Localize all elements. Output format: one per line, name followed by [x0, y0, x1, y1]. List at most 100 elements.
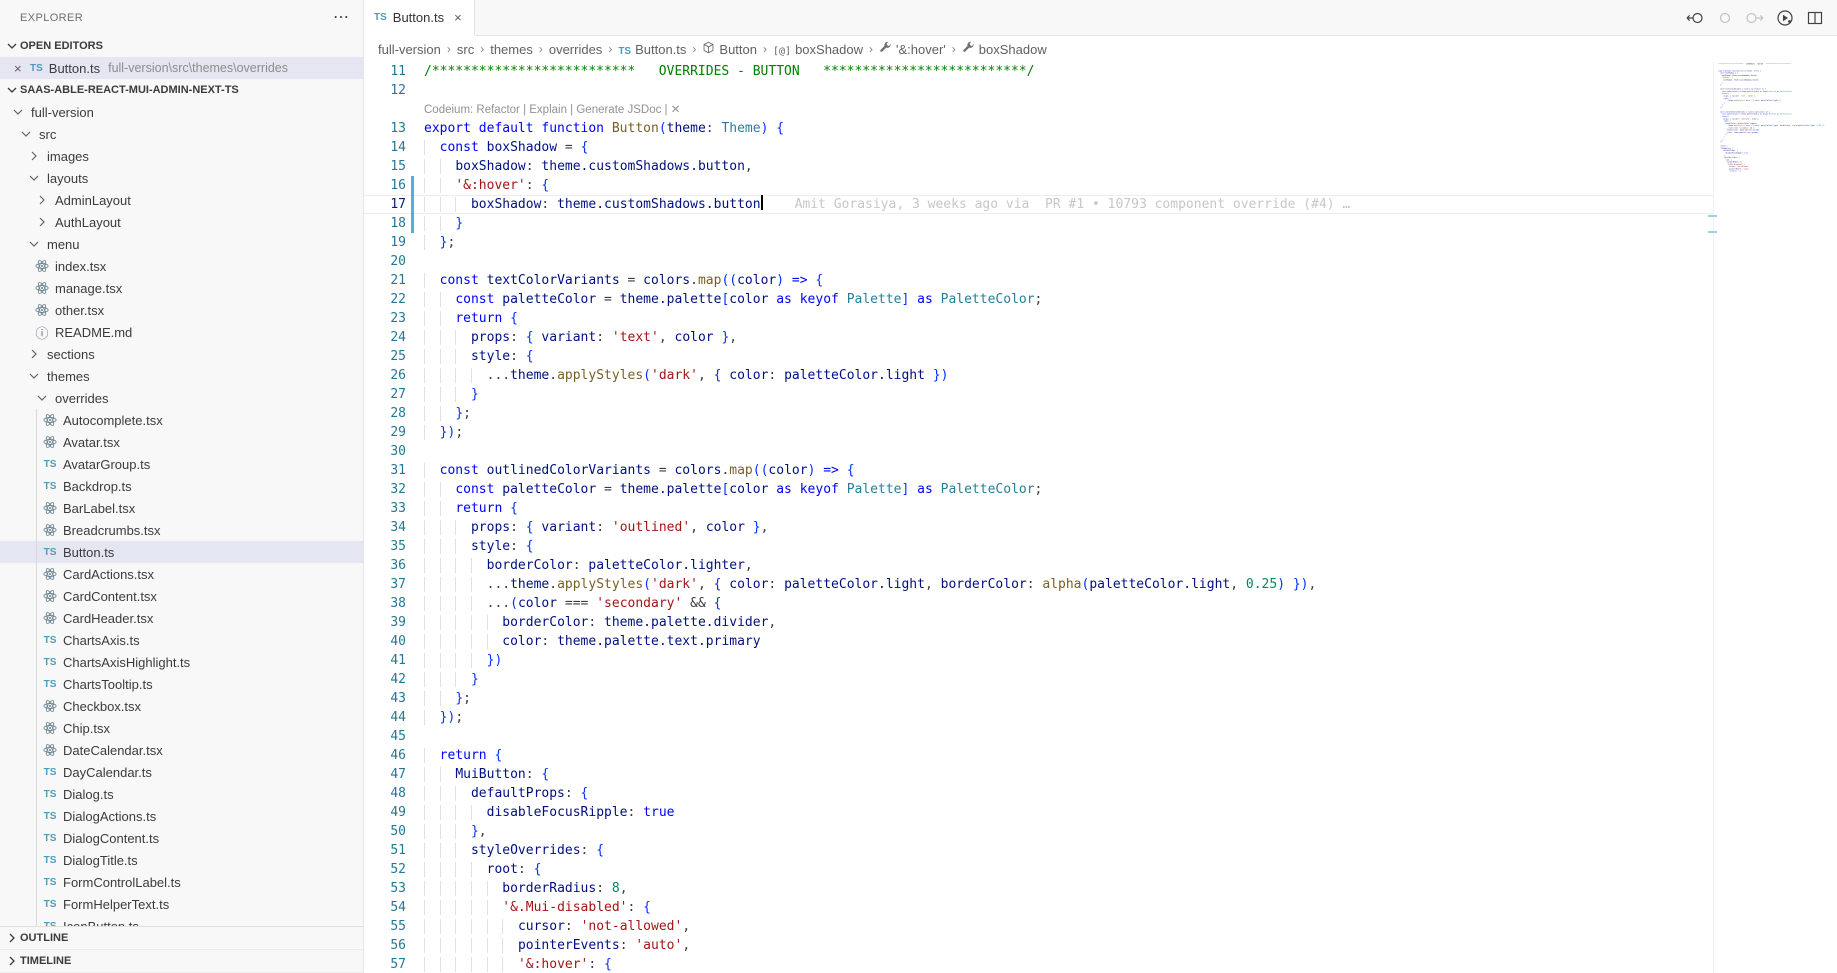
tree-item-checkbox-tsx[interactable]: Checkbox.tsx	[0, 695, 363, 717]
code-line-15[interactable]: 15 boxShadow: theme.customShadows.button…	[364, 157, 1713, 176]
tab-close-icon[interactable]: ×	[452, 10, 464, 25]
code-line-26[interactable]: 26 ...theme.applyStyles('dark', { color:…	[364, 366, 1713, 385]
tree-item-chartsaxis-ts[interactable]: TSChartsAxis.ts	[0, 629, 363, 651]
code-line-37[interactable]: 37 ...theme.applyStyles('dark', { color:…	[364, 575, 1713, 594]
code-line-28[interactable]: 28 };	[364, 404, 1713, 423]
breadcrumb-item-button[interactable]: Button	[702, 41, 757, 57]
code-line-24[interactable]: 24 props: { variant: 'text', color },	[364, 328, 1713, 347]
tree-item-chartsaxishighlight-ts[interactable]: TSChartsAxisHighlight.ts	[0, 651, 363, 673]
code-line-11[interactable]: 11/************************** OVERRIDES …	[364, 62, 1713, 81]
tree-item-formcontrollabel-ts[interactable]: TSFormControlLabel.ts	[0, 871, 363, 893]
tree-item-sections[interactable]: sections	[0, 343, 363, 365]
code-line-56[interactable]: 56 pointerEvents: 'auto',	[364, 936, 1713, 955]
code-line-52[interactable]: 52 root: {	[364, 860, 1713, 879]
tree-item-breadcrumbs-tsx[interactable]: Breadcrumbs.tsx	[0, 519, 363, 541]
split-editor-icon[interactable]	[1805, 8, 1825, 28]
run-icon[interactable]	[1775, 8, 1795, 28]
tree-item-button-ts[interactable]: TSButton.ts	[0, 541, 363, 563]
code-line-16[interactable]: 16 '&:hover': {	[364, 176, 1713, 195]
tree-item-barlabel-tsx[interactable]: BarLabel.tsx	[0, 497, 363, 519]
code-line-40[interactable]: 40 color: theme.palette.text.primary	[364, 632, 1713, 651]
code-line-35[interactable]: 35 style: {	[364, 537, 1713, 556]
code-line-25[interactable]: 25 style: {	[364, 347, 1713, 366]
tree-item-backdrop-ts[interactable]: TSBackdrop.ts	[0, 475, 363, 497]
breadcrumb-item-themes[interactable]: themes	[490, 42, 533, 57]
tree-item-avatargroup-ts[interactable]: TSAvatarGroup.ts	[0, 453, 363, 475]
section-header-open-editors[interactable]: OPEN EDITORS	[0, 35, 363, 57]
tree-item-full-version[interactable]: full-version	[0, 101, 363, 123]
code-line-42[interactable]: 42 }	[364, 670, 1713, 689]
tree-item-index-tsx[interactable]: index.tsx	[0, 255, 363, 277]
code-line-23[interactable]: 23 return {	[364, 309, 1713, 328]
code-line-44[interactable]: 44 });	[364, 708, 1713, 727]
tree-item-readme-md[interactable]: ⓘREADME.md	[0, 321, 363, 343]
tree-item-daycalendar-ts[interactable]: TSDayCalendar.ts	[0, 761, 363, 783]
code-line-36[interactable]: 36 borderColor: paletteColor.lighter,	[364, 556, 1713, 575]
tree-item-menu[interactable]: menu	[0, 233, 363, 255]
open-editor-item-button-ts[interactable]: × TS Button.ts full-version\src\themes\o…	[0, 57, 363, 79]
codelens-codeium[interactable]: Codeium: Refactor | Explain | Generate J…	[424, 104, 680, 116]
code-line-21[interactable]: 21 const textColorVariants = colors.map(…	[364, 271, 1713, 290]
nav-forward-icon[interactable]	[1745, 8, 1765, 28]
code-line-29[interactable]: 29 });	[364, 423, 1713, 442]
breadcrumb-item--hover-[interactable]: '&:hover'	[879, 41, 946, 57]
breadcrumb-item-button-ts[interactable]: TSButton.ts	[618, 42, 686, 57]
code-line-51[interactable]: 51 styleOverrides: {	[364, 841, 1713, 860]
code-line-41[interactable]: 41 })	[364, 651, 1713, 670]
code-line-38[interactable]: 38 ...(color === 'secondary' && {	[364, 594, 1713, 613]
tree-item-chip-tsx[interactable]: Chip.tsx	[0, 717, 363, 739]
close-icon[interactable]: ×	[14, 61, 30, 76]
tree-item-cardheader-tsx[interactable]: CardHeader.tsx	[0, 607, 363, 629]
code-line-33[interactable]: 33 return {	[364, 499, 1713, 518]
code-line-30[interactable]: 30	[364, 442, 1713, 461]
tree-item-autocomplete-tsx[interactable]: Autocomplete.tsx	[0, 409, 363, 431]
code-line-54[interactable]: 54 '&.Mui-disabled': {	[364, 898, 1713, 917]
code-line-31[interactable]: 31 const outlinedColorVariants = colors.…	[364, 461, 1713, 480]
minimap[interactable]: /************************** OVERRIDES - …	[1713, 62, 1837, 973]
nav-circle-icon[interactable]	[1715, 8, 1735, 28]
code-line-53[interactable]: 53 borderRadius: 8,	[364, 879, 1713, 898]
tree-item-themes[interactable]: themes	[0, 365, 363, 387]
tree-item-dialogactions-ts[interactable]: TSDialogActions.ts	[0, 805, 363, 827]
tab-button-ts[interactable]: TS Button.ts ×	[364, 0, 475, 36]
section-header-workspace[interactable]: SAAS-ABLE-REACT-MUI-ADMIN-NEXT-TS	[0, 79, 363, 101]
code-line-47[interactable]: 47 MuiButton: {	[364, 765, 1713, 784]
code-line-27[interactable]: 27 }	[364, 385, 1713, 404]
tree-item-src[interactable]: src	[0, 123, 363, 145]
code-line-48[interactable]: 48 defaultProps: {	[364, 784, 1713, 803]
tree-item-formhelpertext-ts[interactable]: TSFormHelperText.ts	[0, 893, 363, 915]
code-line-22[interactable]: 22 const paletteColor = theme.palette[co…	[364, 290, 1713, 309]
code-line-39[interactable]: 39 borderColor: theme.palette.divider,	[364, 613, 1713, 632]
code-line-20[interactable]: 20	[364, 252, 1713, 271]
breadcrumb-item-overrides[interactable]: overrides	[549, 42, 602, 57]
tree-item-cardcontent-tsx[interactable]: CardContent.tsx	[0, 585, 363, 607]
breadcrumb-item-full-version[interactable]: full-version	[378, 42, 441, 57]
nav-back-icon[interactable]	[1685, 8, 1705, 28]
code-line-18[interactable]: 18 }	[364, 214, 1713, 233]
tree-item-layouts[interactable]: layouts	[0, 167, 363, 189]
tree-item-overrides[interactable]: overrides	[0, 387, 363, 409]
tree-item-cardactions-tsx[interactable]: CardActions.tsx	[0, 563, 363, 585]
code-line-49[interactable]: 49 disableFocusRipple: true	[364, 803, 1713, 822]
breadcrumb-item-src[interactable]: src	[457, 42, 474, 57]
tree-item-avatar-tsx[interactable]: Avatar.tsx	[0, 431, 363, 453]
code-line-46[interactable]: 46 return {	[364, 746, 1713, 765]
tree-item-dialog-ts[interactable]: TSDialog.ts	[0, 783, 363, 805]
breadcrumb-item-boxshadow[interactable]: boxShadow	[962, 41, 1047, 57]
breadcrumb-item-boxshadow[interactable]: [@]boxShadow	[773, 42, 863, 57]
tree-item-manage-tsx[interactable]: manage.tsx	[0, 277, 363, 299]
code-line-45[interactable]: 45	[364, 727, 1713, 746]
tree-item-adminlayout[interactable]: AdminLayout	[0, 189, 363, 211]
explorer-more-icon[interactable]: ⋯	[333, 13, 349, 23]
tree-item-dialogtitle-ts[interactable]: TSDialogTitle.ts	[0, 849, 363, 871]
code-line-50[interactable]: 50 },	[364, 822, 1713, 841]
code-line-19[interactable]: 19 };	[364, 233, 1713, 252]
code-line-17[interactable]: 17 boxShadow: theme.customShadows.button…	[364, 195, 1713, 214]
code-line-43[interactable]: 43 };	[364, 689, 1713, 708]
codelens-row[interactable]: Codeium: Refactor | Explain | Generate J…	[364, 100, 1713, 119]
code-line-34[interactable]: 34 props: { variant: 'outlined', color }…	[364, 518, 1713, 537]
tree-item-iconbutton-ts[interactable]: TSIconButton.ts	[0, 915, 363, 926]
code-line-57[interactable]: 57 '&:hover': {	[364, 955, 1713, 973]
code-line-32[interactable]: 32 const paletteColor = theme.palette[co…	[364, 480, 1713, 499]
tree-item-datecalendar-tsx[interactable]: DateCalendar.tsx	[0, 739, 363, 761]
